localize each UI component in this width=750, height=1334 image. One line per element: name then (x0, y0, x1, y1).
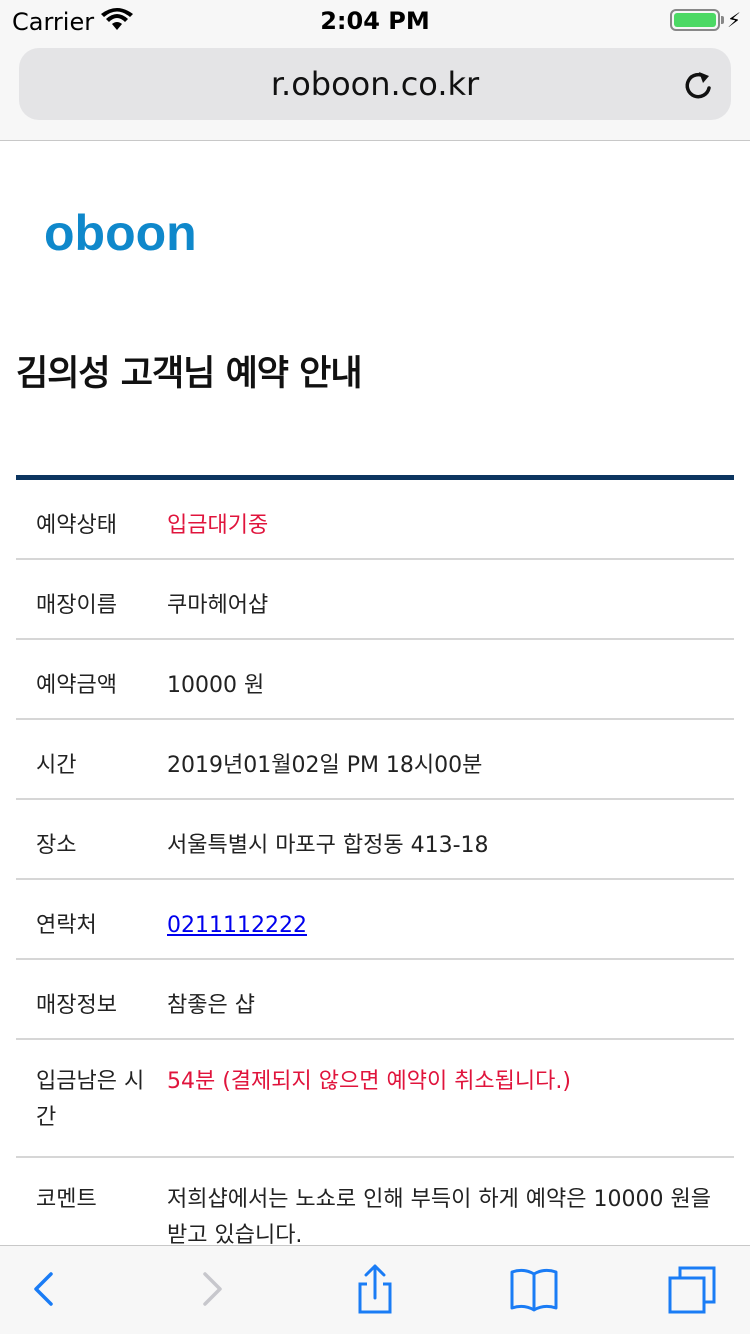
oboon-logo: oboon (44, 205, 197, 261)
table-row-time: 시간 2019년01월02일 PM 18시00분 (16, 720, 734, 800)
row-label: 장소 (36, 833, 77, 858)
reservation-table: 예약상태 입금대기중 매장이름 쿠마헤어샵 예약금액 10000 원 시간 20… (16, 475, 734, 1276)
address-bar[interactable]: r.oboon.co.kr (19, 48, 731, 120)
shop-name-value: 쿠마헤어샵 (167, 593, 269, 618)
table-row-status: 예약상태 입금대기중 (16, 480, 734, 560)
table-row-shop-info: 매장정보 참좋은 샵 (16, 960, 734, 1040)
phone-link[interactable]: 0211112222 (167, 913, 307, 938)
battery-icon (670, 9, 720, 31)
bookmarks-icon[interactable] (509, 1264, 559, 1314)
table-row-amount: 예약금액 10000 원 (16, 640, 734, 720)
time-value: 2019년01월02일 PM 18시00분 (167, 753, 483, 778)
charging-icon: ⚡ (727, 8, 742, 32)
url-text[interactable]: r.oboon.co.kr (19, 65, 731, 103)
row-label: 입금남은 시간 (36, 1069, 145, 1130)
battery-tip (721, 16, 724, 24)
row-label: 매장이름 (36, 593, 117, 618)
amount-value: 10000 원 (167, 673, 265, 698)
table-row-shop-name: 매장이름 쿠마헤어샵 (16, 560, 734, 640)
reservation-status-value: 입금대기중 (167, 513, 269, 538)
row-label: 매장정보 (36, 993, 117, 1018)
table-row-location: 장소 서울특별시 마포구 합정동 413-18 (16, 800, 734, 880)
forward-icon[interactable] (186, 1264, 236, 1314)
row-label: 시간 (36, 753, 77, 778)
page-title: 김의성 고객님 예약 안내 (16, 354, 363, 394)
row-label: 코멘트 (36, 1187, 97, 1212)
row-label: 예약금액 (36, 673, 117, 698)
share-icon[interactable] (350, 1264, 400, 1314)
location-value: 서울특별시 마포구 합정동 413-18 (167, 833, 489, 858)
reload-icon[interactable] (681, 68, 717, 104)
tabs-icon[interactable] (668, 1264, 718, 1314)
status-time: 2:04 PM (320, 7, 430, 35)
table-row-remaining-time: 입금남은 시간 54분 (결제되지 않으면 예약이 취소됩니다.) (16, 1040, 734, 1158)
comment-value: 저희샵에서는 노쇼로 인해 부득이 하게 예약은 10000 원을 받고 있습니… (167, 1187, 711, 1248)
remaining-time-value: 54분 (결제되지 않으면 예약이 취소됩니다.) (167, 1069, 571, 1094)
shop-info-value: 참좋은 샵 (167, 993, 255, 1018)
browser-toolbar (0, 1245, 750, 1334)
row-label: 예약상태 (36, 513, 117, 538)
status-bar: Carrier 2:04 PM ⚡ (0, 0, 750, 40)
browser-address-area: r.oboon.co.kr (0, 40, 750, 141)
back-icon[interactable] (20, 1264, 70, 1314)
row-label: 연락처 (36, 913, 97, 938)
table-row-contact: 연락처 0211112222 (16, 880, 734, 960)
